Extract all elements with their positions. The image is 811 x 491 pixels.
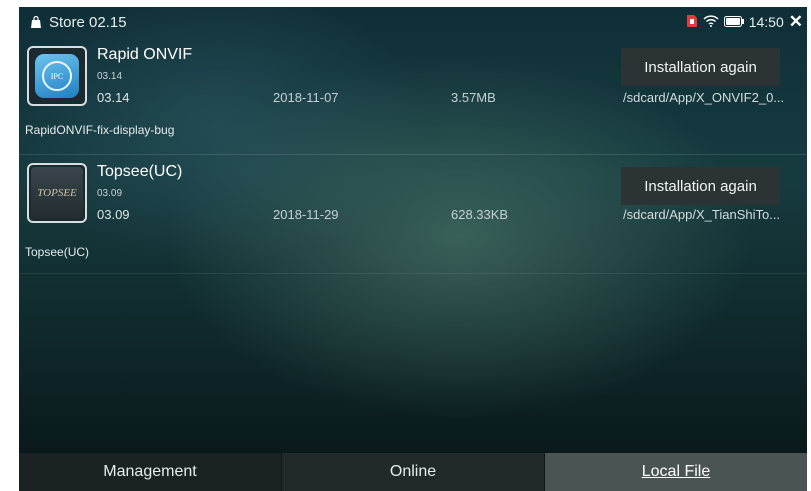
battery-icon xyxy=(723,14,744,30)
app-list-item: IPC Rapid ONVIF 03.14 03.14 2018-11-07 3… xyxy=(19,38,807,155)
tab-management[interactable]: Management xyxy=(19,453,281,491)
installation-again-button[interactable]: Installation again xyxy=(621,167,780,205)
app-path: /sdcard/App/X_ONVIF2_0... xyxy=(623,90,785,105)
app-description: Topsee(UC) xyxy=(25,245,90,259)
installation-again-button[interactable]: Installation again xyxy=(621,48,780,86)
status-time: 14:50 xyxy=(748,14,784,30)
app-date: 2018-11-07 xyxy=(273,90,339,105)
app-version: 03.09 xyxy=(97,207,130,222)
app-version-small: 03.09 xyxy=(97,188,123,199)
sim-alert-icon xyxy=(686,14,698,31)
ipc-logo-icon: IPC xyxy=(42,61,72,91)
app-version-small: 03.14 xyxy=(97,71,123,82)
app-version: 03.14 xyxy=(97,90,130,105)
close-icon[interactable]: ✕ xyxy=(789,12,803,32)
app-name: Topsee(UC) xyxy=(97,163,183,180)
app-description: RapidONVIF-fix-display-bug xyxy=(25,123,175,137)
topsee-app-icon: TOPSEE xyxy=(27,163,87,223)
app-size: 3.57MB xyxy=(451,90,496,105)
app-size: 628.33KB xyxy=(451,207,509,222)
shopping-bag-icon xyxy=(29,16,43,28)
app-name: Rapid ONVIF xyxy=(97,46,193,63)
status-title: Store 02.15 xyxy=(49,13,127,31)
rapid-onvif-app-icon: IPC xyxy=(27,46,87,106)
tab-online[interactable]: Online xyxy=(281,453,545,491)
bottom-nav: Management Online Local File xyxy=(19,453,807,491)
tab-local-file[interactable]: Local File xyxy=(545,453,807,491)
app-path: /sdcard/App/X_TianShiTo... xyxy=(623,207,781,222)
topsee-logo-icon: TOPSEE xyxy=(31,167,83,219)
wifi-icon xyxy=(703,14,719,30)
app-store-screen: Store 02.15 14:50 ✕ IPC Rapid ONVIF 03.1… xyxy=(19,7,807,491)
app-date: 2018-11-29 xyxy=(273,207,339,222)
status-bar: Store 02.15 14:50 ✕ xyxy=(19,7,807,37)
app-list-item: TOPSEE Topsee(UC) 03.09 03.09 2018-11-29… xyxy=(19,155,807,274)
